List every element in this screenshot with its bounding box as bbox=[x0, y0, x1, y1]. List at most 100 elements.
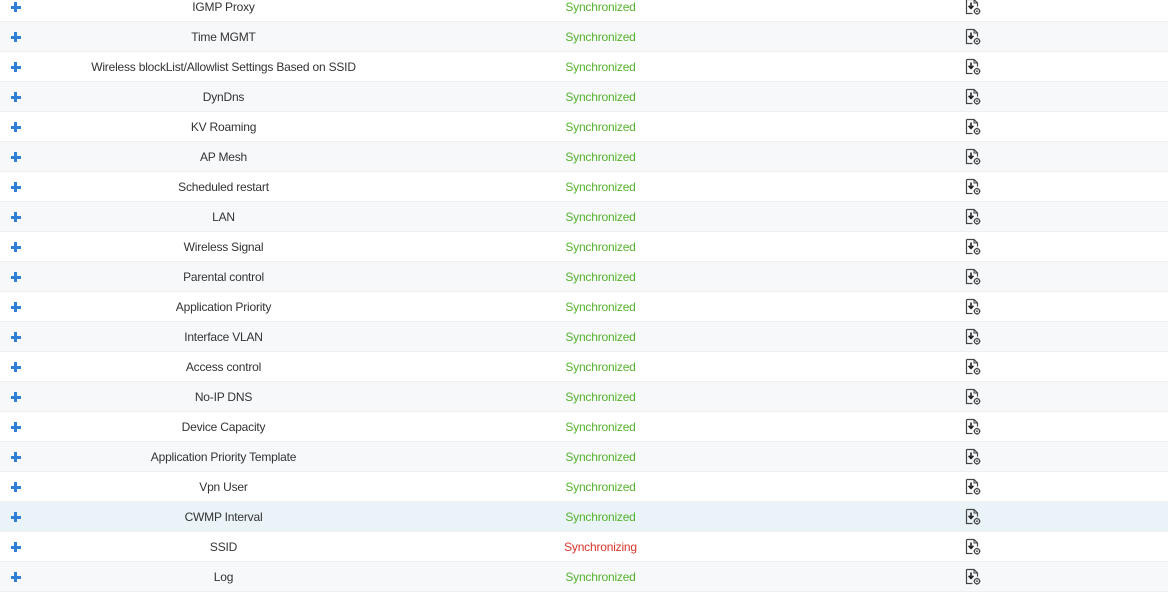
table-row: AP Mesh Synchronized bbox=[0, 142, 1168, 172]
expand-row-button[interactable] bbox=[0, 202, 30, 232]
sync-status-text: Synchronized bbox=[565, 450, 636, 464]
sync-status-text: Synchronized bbox=[565, 480, 636, 494]
sync-config-icon bbox=[965, 418, 981, 435]
sync-config-button[interactable] bbox=[964, 238, 982, 256]
sync-config-button[interactable] bbox=[964, 58, 982, 76]
sync-config-icon bbox=[965, 238, 981, 255]
sync-status-text: Synchronized bbox=[565, 150, 636, 164]
expand-row-button[interactable] bbox=[0, 232, 30, 262]
config-item-name: Application Priority bbox=[175, 300, 272, 314]
plus-icon bbox=[10, 452, 21, 462]
sync-config-button[interactable] bbox=[964, 358, 982, 376]
plus-icon bbox=[10, 512, 21, 522]
sync-config-button[interactable] bbox=[964, 418, 982, 436]
table-row: LAN Synchronized bbox=[0, 202, 1168, 232]
config-item-name: Scheduled restart bbox=[178, 180, 269, 194]
plus-icon bbox=[10, 332, 21, 342]
expand-row-button[interactable] bbox=[0, 382, 30, 412]
config-item-name: LAN bbox=[212, 210, 235, 224]
expand-row-button[interactable] bbox=[0, 292, 30, 322]
plus-icon bbox=[10, 302, 21, 312]
expand-row-button[interactable] bbox=[0, 82, 30, 112]
plus-icon bbox=[10, 542, 21, 552]
expand-row-button[interactable] bbox=[0, 472, 30, 502]
plus-icon bbox=[10, 2, 21, 12]
sync-config-button[interactable] bbox=[964, 508, 982, 526]
expand-row-button[interactable] bbox=[0, 352, 30, 382]
plus-icon bbox=[10, 362, 21, 372]
config-item-name: SSID bbox=[209, 540, 238, 554]
plus-icon bbox=[10, 152, 21, 162]
plus-icon bbox=[10, 422, 21, 432]
plus-icon bbox=[10, 572, 21, 582]
sync-config-icon bbox=[965, 328, 981, 345]
table-row: Wireless blockList/Allowlist Settings Ba… bbox=[0, 52, 1168, 82]
sync-config-icon bbox=[965, 208, 981, 225]
sync-config-button[interactable] bbox=[964, 118, 982, 136]
expand-row-button[interactable] bbox=[0, 442, 30, 472]
sync-config-button[interactable] bbox=[964, 0, 982, 16]
expand-row-button[interactable] bbox=[0, 52, 30, 82]
sync-status-text: Synchronized bbox=[565, 330, 636, 344]
sync-config-button[interactable] bbox=[964, 538, 982, 556]
sync-config-button[interactable] bbox=[964, 568, 982, 586]
expand-row-button[interactable] bbox=[0, 562, 30, 592]
sync-config-icon bbox=[965, 28, 981, 45]
plus-icon bbox=[10, 242, 21, 252]
expand-row-button[interactable] bbox=[0, 262, 30, 292]
sync-config-button[interactable] bbox=[964, 298, 982, 316]
config-item-name: Wireless blockList/Allowlist Settings Ba… bbox=[91, 60, 356, 74]
config-item-name: AP Mesh bbox=[199, 150, 248, 164]
sync-config-button[interactable] bbox=[964, 448, 982, 466]
sync-config-button[interactable] bbox=[964, 148, 982, 166]
sync-config-button[interactable] bbox=[964, 478, 982, 496]
sync-config-icon bbox=[965, 538, 981, 555]
sync-config-button[interactable] bbox=[964, 88, 982, 106]
expand-row-button[interactable] bbox=[0, 112, 30, 142]
sync-config-icon bbox=[965, 58, 981, 75]
expand-row-button[interactable] bbox=[0, 532, 30, 562]
sync-config-button[interactable] bbox=[964, 388, 982, 406]
table-row: No-IP DNS Synchronized bbox=[0, 382, 1168, 412]
sync-config-icon bbox=[965, 178, 981, 195]
sync-status-text: Synchronized bbox=[565, 180, 636, 194]
sync-status-text: Synchronized bbox=[565, 300, 636, 314]
table-row: Scheduled restart Synchronized bbox=[0, 172, 1168, 202]
sync-status-text: Synchronized bbox=[565, 120, 636, 134]
table-row: Interface VLAN Synchronized bbox=[0, 322, 1168, 352]
config-item-name: KV Roaming bbox=[190, 120, 257, 134]
sync-status-text: Synchronized bbox=[565, 570, 636, 584]
sync-config-button[interactable] bbox=[964, 268, 982, 286]
sync-config-button[interactable] bbox=[964, 328, 982, 346]
expand-row-button[interactable] bbox=[0, 142, 30, 172]
sync-config-icon bbox=[965, 0, 981, 15]
table-row: Time MGMT Synchronized bbox=[0, 22, 1168, 52]
config-item-name: Vpn User bbox=[199, 480, 248, 494]
config-item-name: Interface VLAN bbox=[184, 330, 263, 344]
expand-row-button[interactable] bbox=[0, 172, 30, 202]
plus-icon bbox=[10, 62, 21, 72]
sync-config-icon bbox=[965, 268, 981, 285]
sync-status-text: Synchronized bbox=[565, 360, 636, 374]
config-item-name: Wireless Signal bbox=[183, 240, 264, 254]
expand-row-button[interactable] bbox=[0, 22, 30, 52]
sync-status-text: Synchronized bbox=[565, 90, 636, 104]
plus-icon bbox=[10, 212, 21, 222]
config-item-name: DynDns bbox=[202, 90, 245, 104]
sync-status-text: Synchronized bbox=[565, 0, 636, 14]
sync-config-icon bbox=[965, 478, 981, 495]
plus-icon bbox=[10, 32, 21, 42]
expand-row-button[interactable] bbox=[0, 0, 30, 22]
expand-row-button[interactable] bbox=[0, 502, 30, 532]
expand-row-button[interactable] bbox=[0, 412, 30, 442]
sync-config-button[interactable] bbox=[964, 208, 982, 226]
config-item-name: IGMP Proxy bbox=[192, 0, 255, 14]
sync-status-text: Synchronized bbox=[565, 60, 636, 74]
expand-row-button[interactable] bbox=[0, 322, 30, 352]
config-item-name: Time MGMT bbox=[191, 30, 256, 44]
sync-config-button[interactable] bbox=[964, 178, 982, 196]
plus-icon bbox=[10, 272, 21, 282]
sync-config-button[interactable] bbox=[964, 28, 982, 46]
config-item-name: Log bbox=[213, 570, 234, 584]
config-item-name: Application Priority Template bbox=[150, 450, 297, 464]
